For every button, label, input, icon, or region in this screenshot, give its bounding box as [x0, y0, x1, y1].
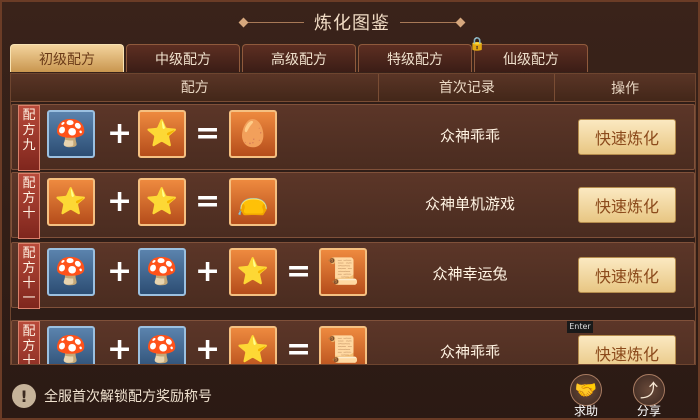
first-record-player: 众神乖乖 — [439, 127, 500, 145]
quick-refine-button[interactable]: 快速炼化 — [578, 257, 676, 293]
title-divider-right — [400, 21, 460, 23]
recipe-tabs: 初级配方 中级配方 高级配方 特级配方 🔒 仙级配方 — [10, 37, 588, 74]
tab-intermediate[interactable]: 中级配方 — [126, 44, 240, 72]
title-divider-left — [244, 21, 304, 23]
equals-icon: = — [195, 116, 221, 151]
share-button[interactable]: ⤴ 分享 — [629, 374, 669, 420]
table-row: 配方九 🍄 + ⭐ = 🥚 众神乖乖 快速炼化 — [11, 104, 695, 171]
golden-scroll-icon[interactable]: 📜 — [319, 326, 367, 364]
first-record-player: 众神幸运兔 — [432, 265, 508, 283]
plus-icon: + — [195, 332, 221, 365]
plus-icon: + — [195, 254, 221, 289]
enter-tooltip: Enter — [567, 321, 593, 333]
quick-refine-button[interactable]: 快速炼化 — [578, 335, 676, 364]
tab-beginner[interactable]: 初级配方 — [10, 44, 124, 72]
tab-immortal[interactable]: 🔒 仙级配方 — [469, 37, 588, 72]
equals-icon: = — [286, 254, 312, 289]
plus-icon: + — [107, 184, 133, 219]
brown-mushroom-icon[interactable]: 🍄 — [138, 248, 186, 296]
blue-mushroom-icon[interactable]: 🍄 — [138, 326, 186, 364]
lock-icon: 🔒 — [469, 37, 486, 52]
plus-icon: + — [107, 116, 133, 151]
table-header: 配方 首次记录 操作 — [11, 74, 695, 102]
brown-mushroom-icon[interactable]: 🍄 — [47, 248, 95, 296]
golden-scroll-icon[interactable]: 📜 — [319, 248, 367, 296]
purple-pouch-icon[interactable]: 👝 — [229, 178, 277, 226]
alchemy-window: 炼化图鉴 初级配方 中级配方 高级配方 特级配方 🔒 仙级配方 配方 首次记录 … — [0, 0, 700, 420]
recipe-label: 配方十一 — [18, 243, 40, 309]
header-first-record: 首次记录 — [379, 74, 556, 101]
equals-icon: = — [286, 332, 312, 365]
orange-star-herb-icon[interactable]: ⭐ — [47, 178, 95, 226]
orange-star-herb-icon[interactable]: ⭐ — [138, 178, 186, 226]
recipe-label: 配方十 — [18, 173, 40, 239]
golden-egg-icon[interactable]: 🥚 — [229, 110, 277, 158]
unlock-tip: 全服首次解锁配方奖励称号 — [44, 389, 212, 405]
blue-mushroom-icon[interactable]: 🍄 — [47, 326, 95, 364]
quick-refine-button[interactable]: 快速炼化 — [578, 119, 676, 155]
tab-immortal-label: 仙级配方 — [503, 51, 559, 68]
orange-star-herb-icon[interactable]: ⭐ — [138, 110, 186, 158]
first-record-player: 众神单机游戏 — [424, 195, 515, 213]
plus-icon: + — [107, 332, 133, 365]
header-recipe: 配方 — [11, 74, 380, 101]
blue-mushroom-icon[interactable]: 🍄 — [47, 110, 95, 158]
help-button[interactable]: 🤝 求助 — [566, 374, 606, 420]
plus-icon: + — [107, 254, 133, 289]
equals-icon: = — [195, 184, 221, 219]
table-row: 配方十一 🍄 + 🍄 + ⭐ = 📜 众神幸运兔 快速炼化 — [11, 242, 695, 309]
help-label: 求助 — [573, 404, 598, 418]
table-row: 配方十 ⭐ + ⭐ = 👝 众神单机游戏 快速炼化 — [11, 172, 695, 239]
recipe-table: 配方 首次记录 操作 配方九 🍄 + ⭐ = 🥚 众神乖乖 快速炼化 配方十 ⭐… — [10, 73, 696, 365]
orange-star-herb-icon[interactable]: ⭐ — [229, 248, 277, 296]
info-icon: ! — [12, 384, 36, 408]
tab-advanced[interactable]: 高级配方 — [242, 44, 356, 72]
page-title: 炼化图鉴 — [314, 13, 390, 34]
title-bar: 炼化图鉴 — [2, 2, 700, 42]
header-action: 操作 — [611, 80, 640, 97]
share-label: 分享 — [636, 404, 661, 418]
recipe-label: 配方九 — [18, 105, 40, 171]
bottom-bar: ! 全服首次解锁配方奖励称号 🤝 求助 ⤴ 分享 — [2, 370, 700, 420]
tab-special[interactable]: 特级配方 — [358, 44, 472, 72]
recipe-label: 配方十 — [18, 321, 40, 364]
first-record-player: 众神乖乖 — [439, 343, 500, 361]
quick-refine-button[interactable]: 快速炼化 — [578, 187, 676, 223]
orange-star-herb-icon[interactable]: ⭐ — [229, 326, 277, 364]
